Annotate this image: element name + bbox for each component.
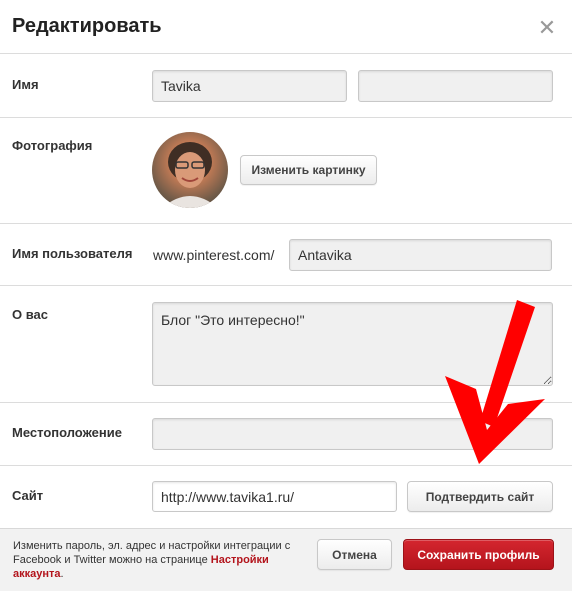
last-name-input[interactable] — [358, 70, 553, 102]
about-textarea[interactable]: Блог "Это интересно!" — [152, 302, 553, 386]
divider — [0, 402, 572, 403]
divider — [0, 465, 572, 466]
username-label: Имя пользователя — [12, 246, 133, 261]
photo-label: Фотография — [12, 138, 93, 153]
footer-note: Изменить пароль, эл. адрес и настройки и… — [13, 539, 303, 581]
avatar — [152, 132, 228, 208]
website-input[interactable] — [152, 481, 397, 512]
divider — [0, 223, 572, 224]
name-label: Имя — [12, 77, 39, 92]
about-label: О вас — [12, 307, 49, 322]
verify-site-button[interactable]: Подтвердить сайт — [407, 481, 553, 512]
save-profile-button[interactable]: Сохранить профиль — [403, 539, 554, 570]
dialog-title: Редактировать — [12, 15, 162, 37]
location-label: Местоположение — [12, 425, 122, 440]
username-prefix: www.pinterest.com/ — [153, 247, 275, 263]
divider — [0, 53, 572, 54]
divider — [0, 117, 572, 118]
avatar-image — [162, 142, 218, 208]
divider — [0, 285, 572, 286]
footer-note-end: . — [60, 568, 64, 580]
change-picture-button[interactable]: Изменить картинку — [240, 155, 377, 185]
first-name-input[interactable] — [152, 70, 347, 102]
cancel-button[interactable]: Отмена — [317, 539, 392, 570]
close-icon[interactable]: ✕ — [536, 16, 558, 40]
username-input[interactable] — [289, 239, 552, 271]
website-label: Сайт — [12, 488, 44, 503]
location-input[interactable] — [152, 418, 553, 450]
